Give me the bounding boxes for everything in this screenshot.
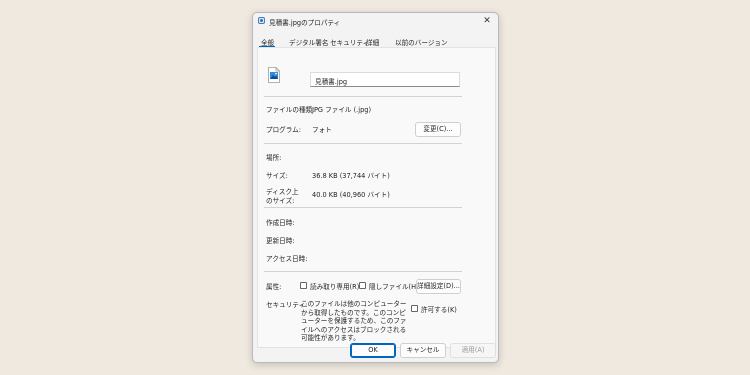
hidden-checkbox-label[interactable]: 隠しファイル(H) [369,283,419,291]
general-panel: 見積書.jpg ファイルの種類: JPG ファイル (.jpg) プログラム: … [257,47,496,348]
title-bar: 見積書.jpgのプロパティ ✕ [253,13,498,30]
file-name-field[interactable]: 見積書.jpg [310,72,460,87]
security-warning-text: このファイルは他のコンピューターから取得したものです。このコンピューターを保護す… [301,300,407,343]
size-label: サイズ: [266,172,288,180]
disk-size-value: 40.0 KB (40,960 バイト) [312,191,390,199]
location-label: 場所: [266,154,282,162]
dialog-title: 見積書.jpgのプロパティ [269,19,341,27]
allow-checkbox-label[interactable]: 許可する(K) [421,306,457,314]
program-value: フォト [312,126,332,134]
apply-button[interactable]: 適用(A) [450,343,496,358]
accessed-label: アクセス日時: [266,255,308,263]
readonly-checkbox[interactable] [300,282,307,289]
size-value: 36.8 KB (37,744 バイト) [312,172,390,180]
created-label: 作成日時: [266,219,295,227]
change-button[interactable]: 変更(C)... [415,122,461,137]
properties-dialog: 見積書.jpgのプロパティ ✕ 全般 デジタル署名 セキュリティ 詳細 以前のバ… [252,12,499,363]
tab-previous-versions[interactable]: 以前のバージョン [395,37,448,47]
separator [264,271,462,272]
hidden-checkbox[interactable] [359,282,366,289]
tab-details[interactable]: 詳細 [366,37,379,47]
file-type-label: ファイルの種類: [266,106,315,114]
readonly-checkbox-label[interactable]: 読み取り専用(R) [310,283,359,291]
ok-button[interactable]: OK [350,343,396,358]
allow-checkbox[interactable] [411,305,418,312]
tab-digital-signatures[interactable]: デジタル署名 [289,37,328,47]
program-label: プログラム: [266,126,301,134]
modified-label: 更新日時: [266,237,295,245]
separator [264,143,462,144]
tab-security[interactable]: セキュリティ [330,37,369,47]
attributes-label: 属性: [266,283,282,291]
close-button[interactable]: ✕ [481,15,493,27]
disk-size-label-line1: ディスク上 [266,188,299,196]
advanced-button[interactable]: 詳細設定(D)... [416,279,461,294]
separator [264,96,462,97]
separator [264,207,462,208]
properties-icon [258,17,265,24]
file-type-value: JPG ファイル (.jpg) [312,106,372,114]
cancel-button[interactable]: キャンセル [400,343,446,358]
image-file-icon [268,67,280,83]
disk-size-label-line2: のサイズ: [266,197,295,205]
